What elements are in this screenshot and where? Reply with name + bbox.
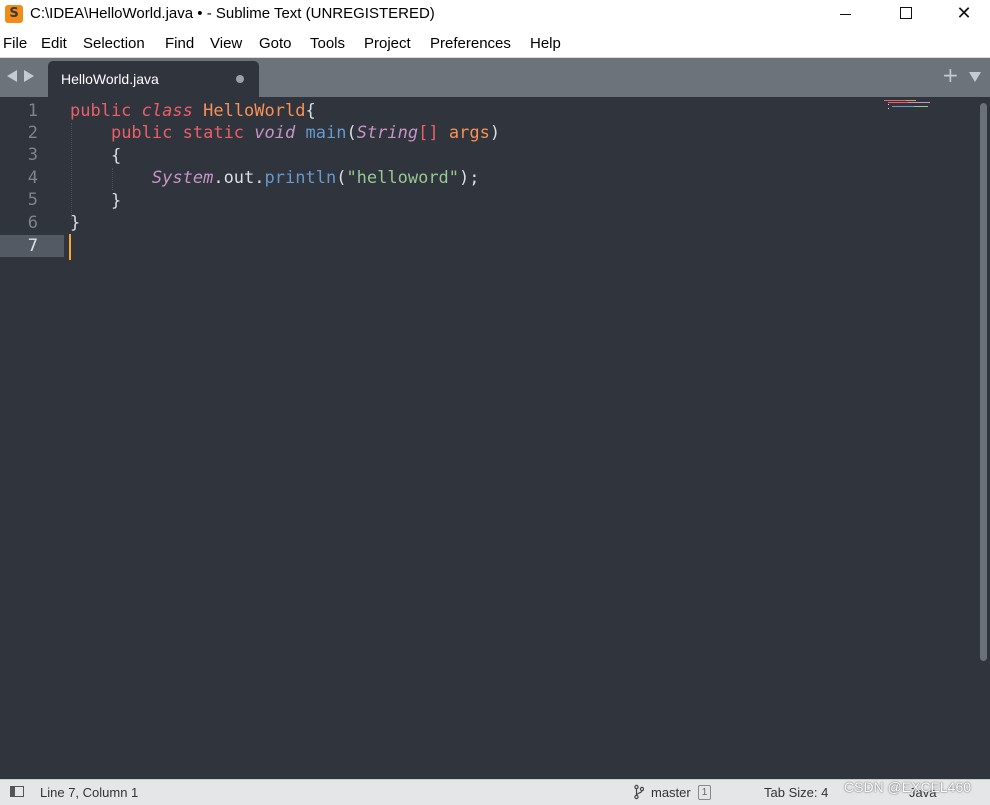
git-changes-badge[interactable]: 1 bbox=[698, 785, 711, 800]
tab-scroll-right-icon[interactable] bbox=[24, 70, 34, 82]
menu-file[interactable]: File bbox=[3, 35, 27, 52]
status-bar: Line 7, Column 1 master 1 Tab Size: 4 Ja… bbox=[0, 779, 990, 805]
title-bar: S C:\IDEA\HelloWorld.java • - Sublime Te… bbox=[0, 0, 990, 29]
menu-edit[interactable]: Edit bbox=[41, 35, 67, 52]
vertical-scrollbar[interactable] bbox=[980, 103, 987, 661]
menu-tools[interactable]: Tools bbox=[310, 35, 345, 52]
minimap[interactable] bbox=[884, 100, 934, 112]
tab-list-dropdown-icon[interactable] bbox=[969, 72, 981, 82]
git-branch-name[interactable]: master bbox=[651, 785, 691, 800]
git-branch-icon bbox=[634, 784, 644, 800]
minimize-button[interactable] bbox=[816, 0, 874, 29]
menu-find[interactable]: Find bbox=[165, 35, 194, 52]
code-line-1: public class HelloWorld{ bbox=[70, 101, 316, 121]
menu-help[interactable]: Help bbox=[530, 35, 561, 52]
line-number: 3 bbox=[27, 145, 38, 165]
line-number: 4 bbox=[27, 168, 38, 188]
new-tab-plus-icon[interactable]: + bbox=[942, 65, 959, 85]
tab-helloworld-java[interactable]: HelloWorld.java bbox=[48, 61, 259, 97]
toggle-side-bar-icon[interactable] bbox=[10, 786, 24, 797]
sublime-text-icon: S bbox=[5, 5, 23, 23]
tab-bar: HelloWorld.java + bbox=[0, 58, 990, 97]
menu-goto[interactable]: Goto bbox=[259, 35, 292, 52]
code-line-5: } bbox=[110, 191, 122, 211]
csdn-watermark: CSDN @EXCEL460 bbox=[844, 779, 972, 795]
line-number: 5 bbox=[27, 190, 38, 210]
cursor-position: Line 7, Column 1 bbox=[40, 785, 139, 800]
tab-scroll-left-icon[interactable] bbox=[7, 70, 17, 82]
window-title: C:\IDEA\HelloWorld.java • - Sublime Text… bbox=[30, 5, 435, 22]
text-caret bbox=[69, 234, 71, 260]
line-number: 6 bbox=[27, 213, 38, 233]
code-line-6: } bbox=[70, 213, 81, 233]
code-line-3: { bbox=[110, 146, 122, 166]
code-editor[interactable]: 1 2 3 4 5 6 7 public class HelloWorld{ p… bbox=[0, 97, 990, 779]
line-number: 2 bbox=[27, 123, 38, 143]
close-button[interactable]: ✕ bbox=[935, 0, 990, 29]
tab-size-selector[interactable]: Tab Size: 4 bbox=[764, 785, 828, 800]
tab-label: HelloWorld.java bbox=[61, 71, 159, 87]
code-line-2: public static void main(String[] args) bbox=[110, 123, 501, 143]
maximize-button[interactable] bbox=[876, 0, 934, 29]
line-number: 1 bbox=[27, 101, 38, 121]
menu-preferences[interactable]: Preferences bbox=[430, 35, 511, 52]
menu-bar: File Edit Selection Find View Goto Tools… bbox=[0, 29, 990, 58]
menu-selection[interactable]: Selection bbox=[83, 35, 145, 52]
unsaved-dot-icon[interactable] bbox=[236, 75, 244, 83]
active-line-number: 7 bbox=[0, 235, 64, 257]
code-line-4: System.out.println("helloword"); bbox=[151, 168, 480, 188]
menu-project[interactable]: Project bbox=[364, 35, 411, 52]
menu-view[interactable]: View bbox=[210, 35, 242, 52]
